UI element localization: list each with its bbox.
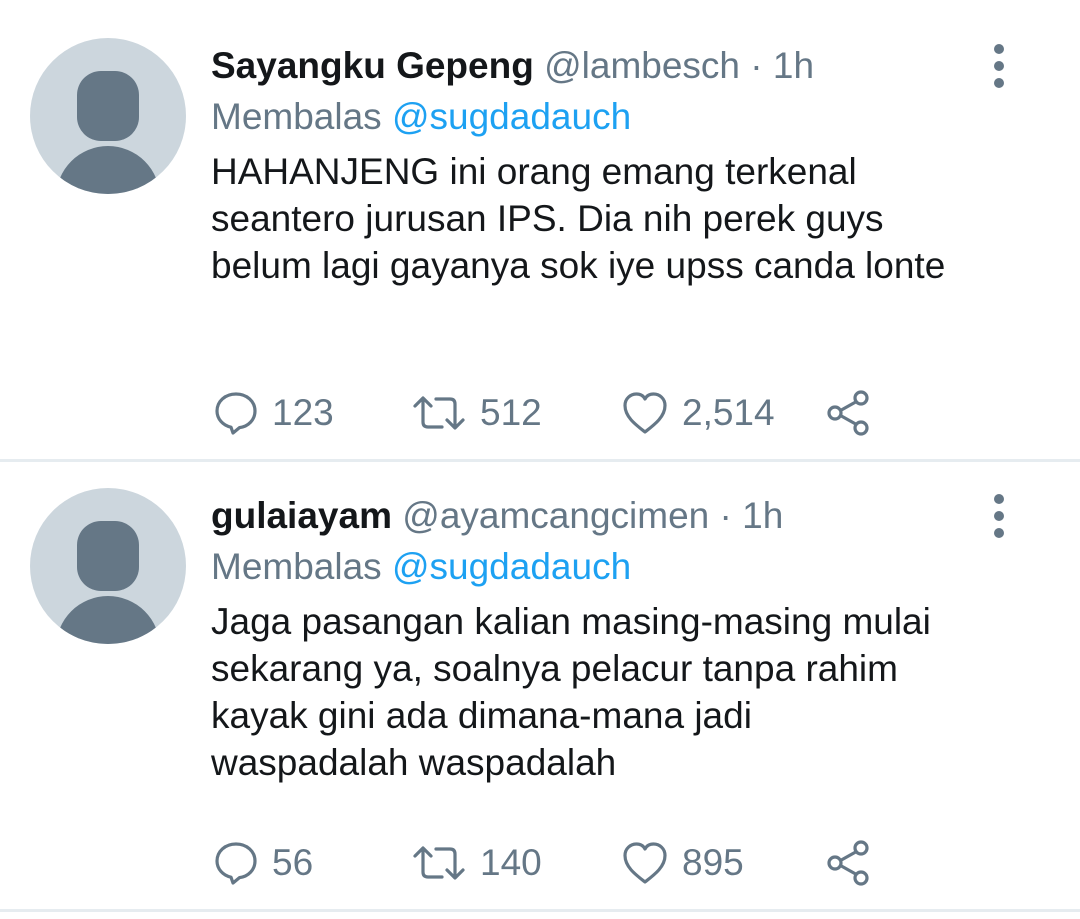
like-count: 895 (682, 842, 744, 883)
retweet-button[interactable]: 140 (410, 838, 542, 888)
retweet-count: 140 (480, 842, 542, 883)
tweet-header: Sayangku Gepeng @lambesch · 1h (211, 40, 971, 92)
author-handle[interactable]: @ayamcangcimen (402, 495, 709, 536)
heart-icon (623, 842, 667, 884)
reply-mention-link[interactable]: @sugdadauch (392, 96, 631, 137)
avatar-body (56, 596, 160, 644)
tweet-actions: 56 140 895 (212, 838, 912, 888)
share-icon (827, 840, 869, 886)
share-button[interactable] (824, 838, 874, 888)
avatar-head (77, 521, 139, 591)
retweet-button[interactable]: 512 (410, 388, 542, 438)
reply-bubble-icon (215, 392, 257, 435)
tweet-header: gulaiayam @ayamcangcimen · 1h (211, 490, 971, 542)
author-name[interactable]: gulaiayam (211, 495, 392, 536)
retweet-icon (413, 846, 465, 880)
heart-icon (623, 392, 667, 434)
reply-context: Membalas @sugdadauch (211, 542, 971, 592)
default-avatar-icon[interactable] (30, 38, 186, 194)
avatar-head (77, 71, 139, 141)
tweet[interactable]: gulaiayam @ayamcangcimen · 1h Membalas @… (0, 450, 1080, 900)
author-name[interactable]: Sayangku Gepeng (211, 45, 534, 86)
reply-prefix: Membalas (211, 96, 382, 137)
reply-button[interactable]: 56 (212, 838, 313, 888)
reply-bubble-icon (215, 842, 257, 885)
reply-count: 56 (272, 842, 314, 883)
more-vertical-icon[interactable] (986, 494, 1012, 538)
tweet-text: Jaga pasangan kalian masing-masing mulai… (211, 601, 931, 783)
reply-button[interactable]: 123 (212, 388, 334, 438)
retweet-count: 512 (480, 392, 542, 433)
like-button[interactable]: 2,514 (620, 388, 775, 438)
tweet-content: Sayangku Gepeng @lambesch · 1h Membalas … (211, 40, 971, 289)
retweet-icon (413, 396, 465, 430)
reply-prefix: Membalas (211, 546, 382, 587)
reply-count: 123 (272, 392, 334, 433)
tweet-time[interactable]: 1h (773, 45, 814, 86)
share-button[interactable] (824, 388, 874, 438)
tweet[interactable]: Sayangku Gepeng @lambesch · 1h Membalas … (0, 0, 1080, 450)
tweet-content: gulaiayam @ayamcangcimen · 1h Membalas @… (211, 490, 971, 786)
separator-dot: · (750, 45, 763, 86)
separator-dot: · (719, 495, 732, 536)
default-avatar-icon[interactable] (30, 488, 186, 644)
more-vertical-icon[interactable] (986, 44, 1012, 88)
author-handle[interactable]: @lambesch (544, 45, 740, 86)
tweet-divider (0, 909, 1080, 912)
share-icon (827, 390, 869, 436)
tweet-actions: 123 512 2,514 (212, 388, 912, 438)
avatar-body (56, 146, 160, 194)
like-count: 2,514 (682, 392, 775, 433)
reply-mention-link[interactable]: @sugdadauch (392, 546, 631, 587)
tweet-time[interactable]: 1h (742, 495, 783, 536)
tweet-text: HAHANJENG ini orang emang terkenal seant… (211, 151, 946, 286)
like-button[interactable]: 895 (620, 838, 744, 888)
reply-context: Membalas @sugdadauch (211, 92, 971, 142)
